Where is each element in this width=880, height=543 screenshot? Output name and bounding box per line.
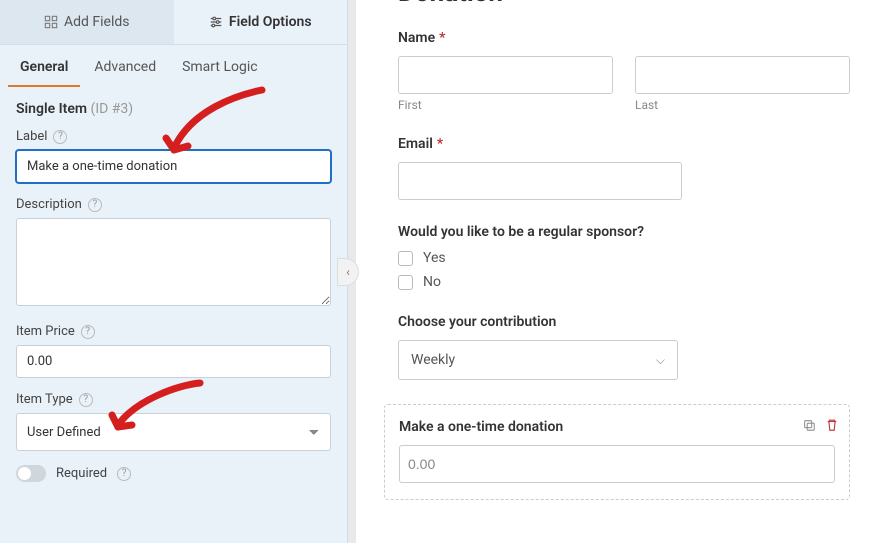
donation-amount-input[interactable]: [399, 445, 835, 483]
help-icon[interactable]: ?: [81, 325, 95, 339]
contribution-label: Choose your contribution: [398, 314, 850, 330]
form-preview: Donation Name* First Last Email* Would y…: [348, 0, 880, 543]
form-heading: Donation: [398, 0, 850, 8]
required-label: Required: [56, 466, 107, 481]
tab-add-fields[interactable]: Add Fields: [0, 0, 174, 44]
contribution-field: Choose your contribution Weekly ⌵: [398, 314, 850, 380]
email-label: Email*: [398, 136, 850, 152]
first-sublabel: First: [398, 98, 613, 112]
duplicate-icon[interactable]: [801, 417, 816, 432]
sponsor-yes[interactable]: Yes: [398, 250, 850, 266]
chevron-left-icon: ‹: [346, 265, 350, 279]
help-icon[interactable]: ?: [53, 130, 67, 144]
tab-add-fields-label: Add Fields: [64, 14, 130, 30]
help-icon[interactable]: ?: [88, 198, 102, 212]
label-group: Label ?: [16, 129, 331, 183]
description-label: Description ?: [16, 197, 331, 212]
tab-field-options-label: Field Options: [229, 14, 312, 30]
item-price-label-text: Item Price: [16, 324, 75, 339]
field-title: Single Item (ID #3): [16, 101, 331, 117]
last-sublabel: Last: [635, 98, 850, 112]
label-label: Label ?: [16, 129, 331, 144]
required-row: Required ?: [16, 465, 331, 482]
donation-field-selected[interactable]: Make a one-time donation: [384, 404, 850, 500]
sponsor-label: Would you like to be a regular sponsor?: [398, 224, 850, 240]
sponsor-yes-label: Yes: [423, 250, 446, 266]
email-field: Email*: [398, 136, 850, 200]
subtab-smart-logic[interactable]: Smart Logic: [170, 45, 269, 87]
item-price-group: Item Price ?: [16, 324, 331, 378]
required-asterisk: *: [437, 136, 443, 152]
grid-icon: [44, 15, 58, 29]
sponsor-no-label: No: [423, 274, 441, 290]
tab-field-options[interactable]: Field Options: [174, 0, 348, 44]
sliders-icon: [209, 15, 223, 29]
sidebar-top-tabs: Add Fields Field Options: [0, 0, 347, 45]
field-id: (ID #3): [91, 101, 134, 117]
sidebar-panel: Add Fields Field Options General Advance…: [0, 0, 348, 543]
name-label-text: Name: [398, 30, 435, 46]
contribution-select[interactable]: Weekly ⌵: [398, 340, 678, 380]
chevron-down-icon: ⌵: [656, 353, 665, 368]
item-price-label: Item Price ?: [16, 324, 331, 339]
item-price-input[interactable]: [16, 345, 331, 378]
label-text: Label: [16, 129, 47, 144]
donation-label: Make a one-time donation: [399, 419, 835, 435]
item-type-group: Item Type ? User Defined: [16, 392, 331, 451]
help-icon[interactable]: ?: [117, 467, 131, 481]
checkbox-icon: [398, 251, 413, 266]
description-textarea[interactable]: [16, 218, 331, 306]
field-options-panel: Single Item (ID #3) Label ? Description …: [0, 87, 347, 502]
item-type-label: Item Type ?: [16, 392, 331, 407]
last-name-input[interactable]: [635, 56, 850, 94]
sponsor-no[interactable]: No: [398, 274, 850, 290]
checkbox-icon: [398, 275, 413, 290]
item-type-select[interactable]: User Defined: [16, 413, 331, 451]
name-field: Name* First Last: [398, 30, 850, 112]
first-name-input[interactable]: [398, 56, 613, 94]
subtab-general[interactable]: General: [8, 45, 80, 87]
description-group: Description ?: [16, 197, 331, 310]
field-type-name: Single Item: [16, 101, 87, 117]
description-label-text: Description: [16, 197, 82, 212]
sponsor-field: Would you like to be a regular sponsor? …: [398, 224, 850, 290]
trash-icon[interactable]: [824, 417, 839, 432]
subtab-advanced[interactable]: Advanced: [82, 45, 168, 87]
required-toggle[interactable]: [16, 465, 46, 482]
email-input[interactable]: [398, 162, 682, 200]
name-label: Name*: [398, 30, 850, 46]
label-input[interactable]: [16, 150, 331, 183]
email-label-text: Email: [398, 136, 433, 152]
required-asterisk: *: [439, 30, 445, 46]
contribution-value: Weekly: [411, 352, 455, 368]
help-icon[interactable]: ?: [79, 393, 93, 407]
sidebar-subtabs: General Advanced Smart Logic: [0, 45, 347, 87]
item-type-label-text: Item Type: [16, 392, 73, 407]
